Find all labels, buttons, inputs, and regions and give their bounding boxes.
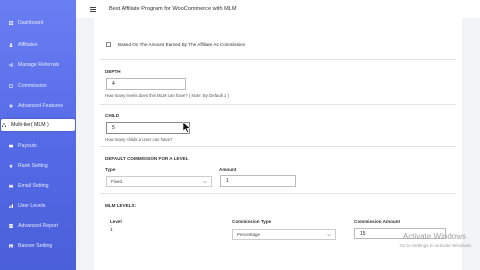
- amount-label: Amount: [219, 167, 237, 172]
- levels-header-commission-amount: Commission Amount: [354, 219, 401, 224]
- child-input[interactable]: 5: [106, 122, 190, 134]
- sidebar-item-label: Banner Setting: [18, 243, 53, 249]
- sidebar-item-manage-referrals[interactable]: Manage Referrals: [0, 59, 76, 71]
- default-commission-title: DEFAULT COMMISSION FOR A LEVEL: [105, 156, 189, 161]
- hierarchy-icon: [2, 123, 6, 127]
- users-icon: [9, 43, 13, 47]
- sidebar-item-label: Advanced Features: [18, 103, 63, 109]
- divider: [100, 59, 456, 60]
- sidebar-item-email-setting[interactable]: Email Setting: [0, 180, 76, 192]
- star-icon: [9, 164, 13, 168]
- mouse-pointer-icon: [182, 121, 192, 135]
- child-label: CHILD: [105, 113, 120, 118]
- chevron-down-icon: [327, 233, 331, 237]
- child-hint: How many childs a User can have?: [105, 137, 173, 142]
- image-icon: [9, 244, 13, 248]
- divider: [100, 104, 456, 105]
- mlm-levels-title: MLM LEVELS:: [105, 203, 137, 208]
- chevron-down-icon: [203, 180, 207, 184]
- page-title: Best Affiliate Program for WooCommerce w…: [109, 6, 237, 12]
- levels-header-level: Level: [110, 219, 122, 224]
- hamburger-menu-icon[interactable]: [90, 6, 96, 12]
- sidebar-item-dashboard[interactable]: Dashboard: [0, 17, 76, 29]
- sidebar-item-multi-tier[interactable]: Multi-tier( MLM ): [1, 119, 75, 131]
- sidebar-item-label: Payouts: [18, 143, 37, 149]
- gear-icon: [9, 104, 13, 108]
- commission-checkbox-label: Based On The Amount Earned By The Affili…: [118, 41, 246, 47]
- level-commission-type-select[interactable]: Percentage: [232, 229, 336, 240]
- dashboard-icon: [9, 21, 13, 25]
- activate-windows-title: Activate Windows: [402, 232, 466, 241]
- depth-label: DEPTH: [105, 69, 121, 74]
- sidebar-item-label: Dashboard: [18, 20, 44, 26]
- type-label: Type: [105, 167, 116, 172]
- top-bar: Best Affiliate Program for WooCommerce w…: [76, 0, 480, 18]
- sidebar: Dashboard Affiliates Manage Referrals Co…: [0, 0, 76, 270]
- sidebar-item-label: User Levels: [18, 203, 46, 209]
- report-icon: [9, 224, 13, 228]
- levels-header-commission-type: Commission Type: [232, 219, 272, 224]
- sidebar-item-banner-setting[interactable]: Banner Setting: [0, 240, 76, 252]
- sidebar-item-payouts[interactable]: Payouts: [0, 140, 76, 152]
- amount-input[interactable]: 1: [220, 175, 296, 187]
- level-row-level: 1: [110, 228, 113, 233]
- sidebar-item-user-levels[interactable]: User Levels: [0, 200, 76, 212]
- sidebar-item-advanced-report[interactable]: Advanced Report: [0, 220, 76, 232]
- sidebar-item-label: Commission: [18, 83, 47, 89]
- divider: [100, 146, 456, 147]
- sidebar-item-commission[interactable]: Commission: [0, 80, 76, 92]
- sidebar-item-label: Advanced Report: [18, 223, 59, 229]
- sidebar-item-label: Rank Setting: [18, 163, 48, 169]
- type-select[interactable]: Fixed: [106, 176, 212, 187]
- referrals-icon: [9, 63, 13, 67]
- sidebar-item-rank-setting[interactable]: Rank Setting: [0, 160, 76, 172]
- depth-input[interactable]: 4: [106, 78, 186, 90]
- wallet-icon: [9, 144, 13, 148]
- sidebar-item-advanced-features[interactable]: Advanced Features: [0, 100, 76, 112]
- sidebar-item-label: Affiliates: [18, 42, 38, 48]
- envelope-icon: [9, 184, 13, 188]
- sidebar-item-label: Multi-tier( MLM ): [11, 122, 49, 128]
- depth-hint: How many levels does this MLM can have? …: [105, 93, 229, 98]
- type-select-value: Fixed: [111, 179, 123, 184]
- activate-windows-subtitle: Go to Settings to activate Windows.: [399, 243, 472, 248]
- commission-based-checkbox[interactable]: [106, 42, 111, 47]
- sidebar-item-label: Manage Referrals: [18, 62, 60, 68]
- money-icon: [9, 84, 13, 88]
- sidebar-item-label: Email Setting: [18, 183, 49, 189]
- divider: [100, 193, 456, 194]
- levels-icon: [9, 204, 13, 208]
- sidebar-item-affiliates[interactable]: Affiliates: [0, 39, 76, 51]
- level-commission-type-value: Percentage: [237, 232, 261, 237]
